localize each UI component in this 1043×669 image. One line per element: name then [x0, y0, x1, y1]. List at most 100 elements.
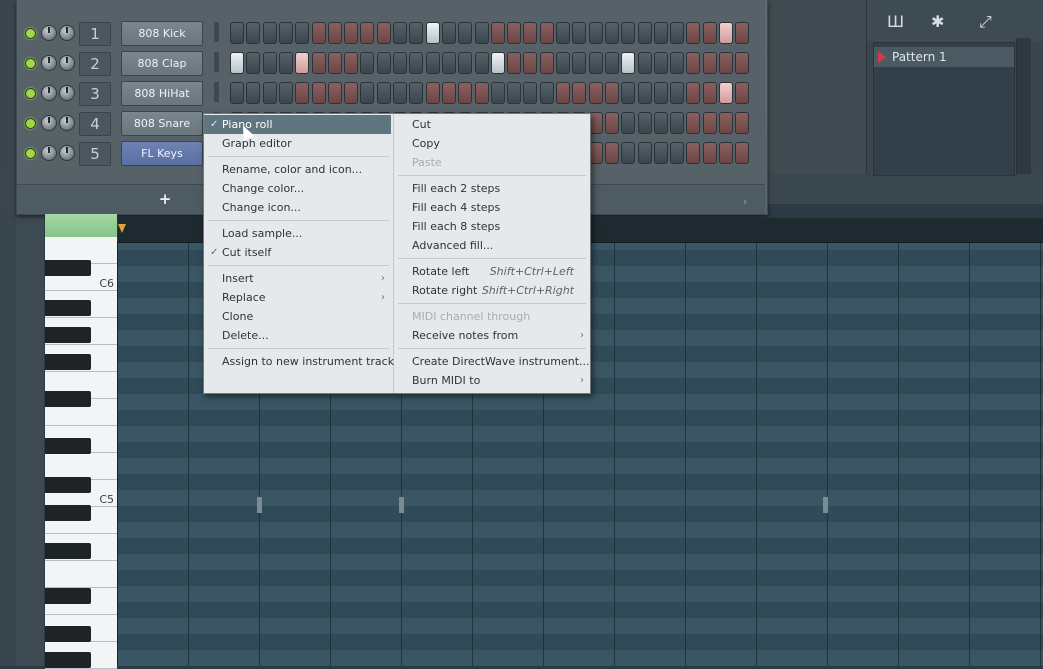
grid-handle[interactable] [823, 497, 828, 513]
step-button[interactable] [702, 22, 717, 44]
black-key[interactable] [45, 391, 91, 407]
step-button[interactable] [735, 52, 750, 74]
step-button[interactable] [686, 22, 701, 44]
step-button[interactable] [702, 112, 717, 134]
step-button[interactable] [588, 82, 603, 104]
waveform-icon[interactable]: ✱ [931, 12, 944, 31]
step-button[interactable] [409, 52, 424, 74]
step-button[interactable] [686, 82, 701, 104]
step-button[interactable] [360, 52, 375, 74]
step-button[interactable] [360, 22, 375, 44]
step-button[interactable] [653, 22, 668, 44]
white-key[interactable] [45, 561, 117, 588]
menu-item-assign-to-new-instrument-track[interactable]: Assign to new instrument track [204, 352, 394, 371]
step-button[interactable] [393, 52, 407, 74]
step-button[interactable] [686, 52, 701, 74]
step-button[interactable] [376, 82, 391, 104]
menu-item-rename-color-and-icon[interactable]: Rename, color and icon... [204, 160, 391, 179]
step-button[interactable] [278, 22, 293, 44]
step-button[interactable] [539, 82, 554, 104]
step-button[interactable] [670, 52, 685, 74]
channel-name-button[interactable]: 808 Snare [121, 111, 203, 136]
step-button[interactable] [425, 22, 440, 44]
channel-name-button[interactable]: FL Keys [121, 141, 203, 166]
step-button[interactable] [670, 22, 685, 44]
menu-item-clone[interactable]: Clone [204, 307, 391, 326]
step-button[interactable] [360, 82, 375, 104]
step-button[interactable] [262, 52, 277, 74]
step-button[interactable] [327, 22, 342, 44]
menu-item-burn-midi-to[interactable]: Burn MIDI to › [394, 371, 590, 390]
step-button[interactable] [344, 22, 359, 44]
step-button[interactable] [262, 82, 277, 104]
step-button[interactable] [702, 142, 717, 164]
step-button[interactable] [556, 22, 570, 44]
grid-handle[interactable] [257, 497, 262, 513]
step-button[interactable] [490, 22, 505, 44]
add-channel-button[interactable]: + [155, 190, 175, 208]
menu-item-insert[interactable]: Insert › [204, 269, 391, 288]
menu-item-rotate-left[interactable]: Rotate left Shift+Ctrl+Left [394, 262, 590, 281]
step-button[interactable] [230, 22, 244, 44]
step-button[interactable] [507, 82, 522, 104]
channel-name-button[interactable]: 808 Clap [121, 51, 203, 76]
step-button[interactable] [719, 82, 733, 104]
step-button[interactable] [670, 112, 685, 134]
black-key[interactable] [45, 505, 91, 521]
step-button[interactable] [230, 82, 244, 104]
step-button[interactable] [670, 82, 685, 104]
step-button[interactable] [653, 52, 668, 74]
step-button[interactable] [670, 142, 685, 164]
menu-item-cut[interactable]: Cut [394, 115, 590, 134]
pan-knob[interactable] [41, 85, 57, 101]
channel-number[interactable]: 5 [79, 142, 111, 166]
step-button[interactable] [507, 52, 522, 74]
step-button[interactable] [311, 52, 326, 74]
step-button[interactable] [702, 82, 717, 104]
step-button[interactable] [393, 22, 407, 44]
step-button[interactable] [441, 22, 456, 44]
step-button[interactable] [523, 22, 538, 44]
step-button[interactable] [621, 142, 636, 164]
step-button[interactable] [246, 22, 261, 44]
menu-item-fill-each-4-steps[interactable]: Fill each 4 steps [394, 198, 590, 217]
step-button[interactable] [458, 82, 473, 104]
menu-item-load-sample[interactable]: Load sample... [204, 224, 391, 243]
step-button[interactable] [409, 82, 424, 104]
step-button[interactable] [556, 52, 570, 74]
pan-knob[interactable] [41, 145, 57, 161]
step-button[interactable] [572, 22, 587, 44]
step-button[interactable] [376, 22, 391, 44]
black-key[interactable] [45, 626, 91, 642]
step-button[interactable] [719, 22, 733, 44]
step-button[interactable] [311, 82, 326, 104]
step-button[interactable] [719, 52, 733, 74]
menu-item-copy[interactable]: Copy [394, 134, 590, 153]
step-button[interactable] [262, 22, 277, 44]
step-button[interactable] [327, 82, 342, 104]
step-button[interactable] [490, 82, 505, 104]
step-button[interactable] [556, 82, 570, 104]
step-button[interactable] [637, 52, 652, 74]
step-button[interactable] [653, 82, 668, 104]
piano-icon[interactable]: Ш [887, 12, 904, 31]
menu-item-create-directwave-instrument[interactable]: Create DirectWave instrument... [394, 352, 590, 371]
playhead-marker-icon[interactable] [118, 224, 126, 233]
piano-keyboard[interactable]: C6 C5 [45, 237, 118, 669]
channel-mute-led[interactable] [25, 28, 36, 39]
step-button[interactable] [311, 22, 326, 44]
step-button[interactable] [376, 52, 391, 74]
menu-item-fill-each-2-steps[interactable]: Fill each 2 steps [394, 179, 590, 198]
step-button[interactable] [686, 112, 701, 134]
volume-knob[interactable] [59, 25, 75, 41]
step-button[interactable] [604, 82, 619, 104]
step-button[interactable] [295, 22, 310, 44]
rack-scroll-arrow-icon[interactable]: › [743, 195, 747, 208]
step-button[interactable] [572, 52, 587, 74]
step-button[interactable] [702, 52, 717, 74]
step-button[interactable] [637, 82, 652, 104]
step-button[interactable] [246, 82, 261, 104]
step-button[interactable] [523, 82, 538, 104]
channel-number[interactable]: 4 [79, 112, 111, 136]
black-key[interactable] [45, 477, 91, 493]
